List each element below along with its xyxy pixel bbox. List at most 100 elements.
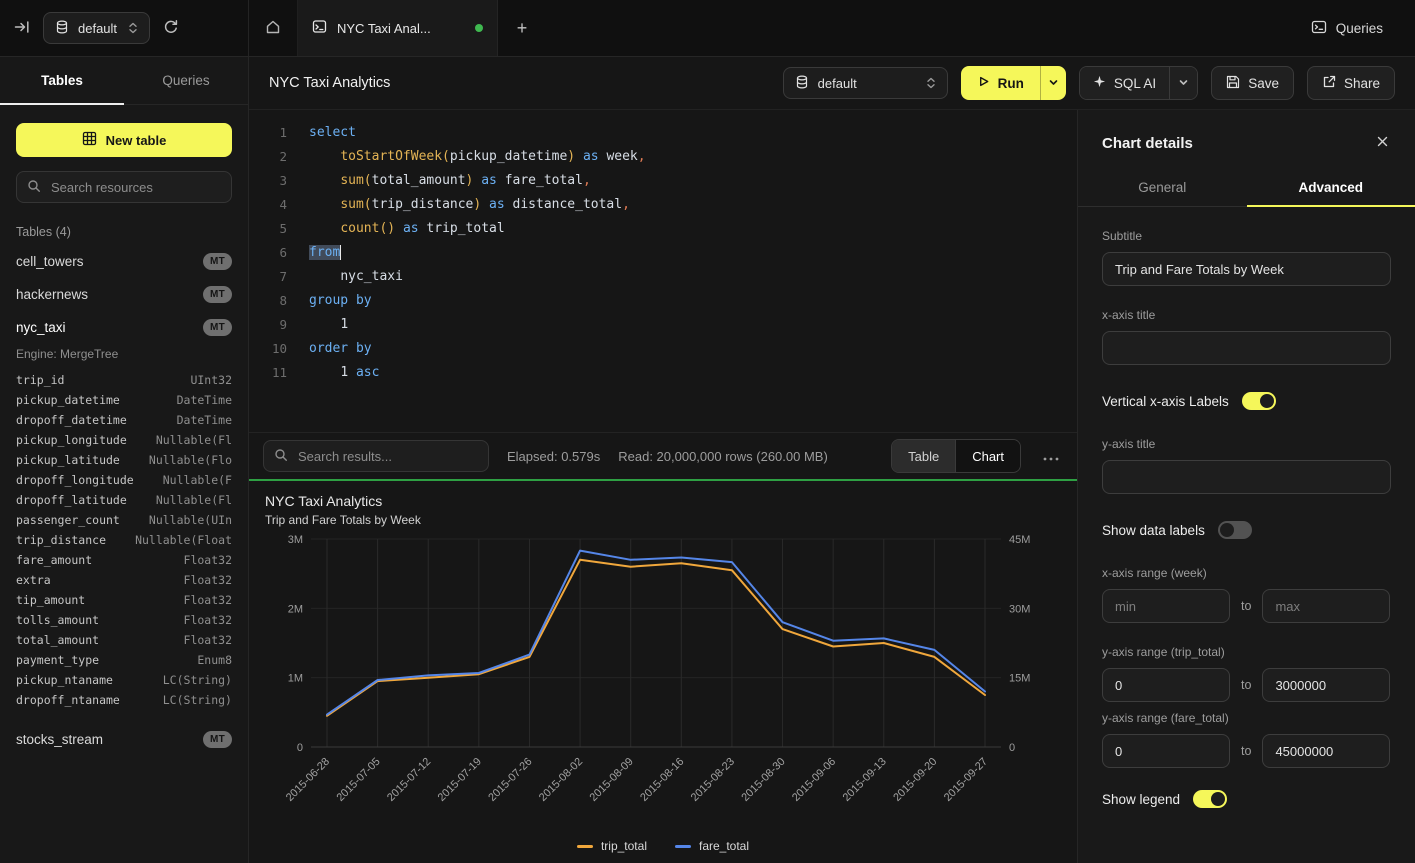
column-name: payment_type bbox=[16, 653, 99, 667]
column-row[interactable]: pickup_datetimeDateTime bbox=[0, 390, 248, 410]
line-number: 7 bbox=[263, 265, 287, 289]
show-legend-toggle[interactable] bbox=[1193, 790, 1227, 808]
column-type: Float32 bbox=[184, 633, 232, 647]
table-row-cell-towers[interactable]: cell_towers MT bbox=[0, 245, 248, 278]
y-axis-range-fare-max-input[interactable] bbox=[1262, 734, 1390, 768]
tables-section-label: Tables (4) bbox=[16, 225, 232, 239]
panel-tab-general[interactable]: General bbox=[1078, 168, 1247, 206]
column-row[interactable]: passenger_countNullable(UIn bbox=[0, 510, 248, 530]
plus-icon: + bbox=[517, 18, 528, 39]
x-axis-title-label: x-axis title bbox=[1102, 308, 1391, 322]
y-axis-range-trip-label: y-axis range (trip_total) bbox=[1102, 645, 1391, 659]
tab-nyc-taxi-analytics[interactable]: NYC Taxi Anal... bbox=[298, 0, 498, 56]
subtitle-field-group: Subtitle bbox=[1102, 229, 1391, 286]
share-button[interactable]: Share bbox=[1307, 66, 1395, 100]
results-search bbox=[263, 440, 489, 472]
code-line: 1select bbox=[263, 121, 1077, 145]
results-search-input[interactable] bbox=[296, 448, 478, 465]
column-row[interactable]: trip_idUInt32 bbox=[0, 370, 248, 390]
line-number: 4 bbox=[263, 193, 287, 217]
run-options-button[interactable] bbox=[1040, 66, 1066, 100]
column-row[interactable]: tolls_amountFloat32 bbox=[0, 610, 248, 630]
column-type: Enum8 bbox=[197, 653, 232, 667]
column-type: Float32 bbox=[184, 613, 232, 627]
x-axis-range-max-input[interactable] bbox=[1262, 589, 1390, 623]
refresh-button[interactable] bbox=[163, 19, 179, 38]
svg-text:2015-09-13: 2015-09-13 bbox=[841, 756, 889, 804]
svg-text:0: 0 bbox=[1009, 742, 1015, 754]
sql-editor[interactable]: 1select2 toStartOfWeek(pickup_datetime) … bbox=[249, 110, 1077, 432]
new-table-button[interactable]: New table bbox=[16, 123, 232, 157]
sql-ai-button[interactable]: SQL AI bbox=[1080, 67, 1169, 99]
y-axis-range-trip-max-input[interactable] bbox=[1262, 668, 1390, 702]
column-row[interactable]: payment_type Enum8 bbox=[0, 650, 248, 670]
column-row[interactable]: extraFloat32 bbox=[0, 570, 248, 590]
column-row[interactable]: trip_distanceNullable(Float bbox=[0, 530, 248, 550]
run-label: Run bbox=[998, 76, 1024, 91]
code-text: group by bbox=[309, 289, 372, 313]
code-text: sum(total_amount) as fare_total, bbox=[309, 169, 591, 193]
query-header: NYC Taxi Analytics default bbox=[249, 57, 1415, 110]
column-row[interactable]: pickup_latitudeNullable(Flo bbox=[0, 450, 248, 470]
search-icon bbox=[274, 448, 288, 465]
query-title: NYC Taxi Analytics bbox=[269, 75, 390, 91]
y-axis-title-input[interactable] bbox=[1102, 460, 1391, 494]
column-row[interactable]: total_amountFloat32 bbox=[0, 630, 248, 650]
y-axis-title-label: y-axis title bbox=[1102, 437, 1391, 451]
x-axis-range-min-input[interactable] bbox=[1102, 589, 1230, 623]
column-name: pickup_longitude bbox=[16, 433, 127, 447]
new-tab-button[interactable]: + bbox=[498, 0, 546, 56]
database-selector-top[interactable]: default bbox=[43, 12, 150, 44]
close-icon bbox=[1376, 135, 1389, 151]
column-row[interactable]: fare_amountFloat32 bbox=[0, 550, 248, 570]
code-line: 11 1 asc bbox=[263, 361, 1077, 385]
column-row[interactable]: dropoff_datetimeDateTime bbox=[0, 410, 248, 430]
legend-item[interactable]: fare_total bbox=[675, 839, 749, 853]
chart-svg[interactable]: 001M15M2M30M3M45M2015-06-282015-07-05201… bbox=[265, 531, 1061, 831]
run-button[interactable]: Run bbox=[961, 66, 1040, 100]
table-row-nyc-taxi[interactable]: nyc_taxi MT bbox=[0, 311, 248, 344]
tab-home[interactable] bbox=[249, 0, 298, 56]
table-name: stocks_stream bbox=[16, 732, 103, 747]
engine-badge: MT bbox=[203, 253, 232, 270]
panel-tab-advanced[interactable]: Advanced bbox=[1247, 168, 1415, 206]
column-row[interactable]: dropoff_ntanameLC(String) bbox=[0, 690, 248, 710]
table-row-stocks-stream[interactable]: stocks_stream MT bbox=[0, 723, 248, 756]
queries-button[interactable]: Queries bbox=[1305, 18, 1389, 39]
column-row[interactable]: dropoff_latitudeNullable(Fl bbox=[0, 490, 248, 510]
y-axis-range-trip-min-input[interactable] bbox=[1102, 668, 1230, 702]
table-name: cell_towers bbox=[16, 254, 84, 269]
column-type: DateTime bbox=[177, 413, 232, 427]
close-panel-button[interactable] bbox=[1374, 133, 1391, 153]
sidebar-search-input[interactable] bbox=[49, 179, 221, 196]
view-toggle-table[interactable]: Table bbox=[892, 440, 955, 472]
column-name: extra bbox=[16, 573, 51, 587]
sql-ai-label: SQL AI bbox=[1114, 76, 1156, 91]
chevron-updown-icon bbox=[128, 21, 138, 35]
view-toggle-chart[interactable]: Chart bbox=[955, 440, 1020, 472]
sidebar-tab-tables[interactable]: Tables bbox=[0, 57, 124, 104]
column-row[interactable]: pickup_ntanameLC(String) bbox=[0, 670, 248, 690]
column-row[interactable]: dropoff_longitudeNullable(F bbox=[0, 470, 248, 490]
collapse-sidebar-button[interactable] bbox=[14, 19, 30, 38]
vertical-x-axis-label: Vertical x-axis Labels bbox=[1102, 394, 1229, 409]
legend-label: fare_total bbox=[699, 839, 749, 853]
more-options-button[interactable] bbox=[1039, 449, 1063, 464]
database-selector-query[interactable]: default bbox=[783, 67, 948, 99]
column-row[interactable]: tip_amountFloat32 bbox=[0, 590, 248, 610]
subtitle-input[interactable] bbox=[1102, 252, 1391, 286]
line-number: 3 bbox=[263, 169, 287, 193]
y-axis-range-fare-min-input[interactable] bbox=[1102, 734, 1230, 768]
vertical-x-axis-toggle[interactable] bbox=[1242, 392, 1276, 410]
column-row[interactable]: pickup_longitudeNullable(Fl bbox=[0, 430, 248, 450]
sidebar-tab-queries[interactable]: Queries bbox=[124, 57, 248, 104]
collapse-sidebar-icon bbox=[14, 19, 30, 38]
top-bar: default NYC Taxi Anal... bbox=[0, 0, 1415, 57]
table-row-hackernews[interactable]: hackernews MT bbox=[0, 278, 248, 311]
legend-item[interactable]: trip_total bbox=[577, 839, 647, 853]
save-button[interactable]: Save bbox=[1211, 66, 1294, 100]
show-data-labels-toggle[interactable] bbox=[1218, 521, 1252, 539]
x-axis-title-input[interactable] bbox=[1102, 331, 1391, 365]
sql-ai-options-button[interactable] bbox=[1169, 67, 1197, 99]
show-data-labels-label: Show data labels bbox=[1102, 523, 1205, 538]
